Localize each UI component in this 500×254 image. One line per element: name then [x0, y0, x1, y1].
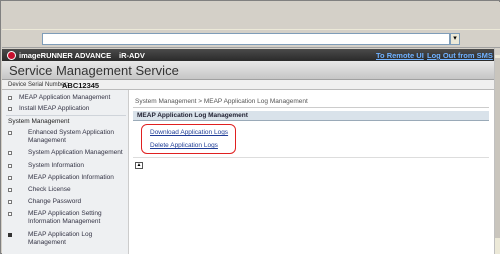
delete-application-logs-link[interactable]: Delete Application Logs — [150, 142, 218, 149]
sidebar-section-label: System Management — [8, 118, 70, 125]
highlight-box: Download Application Logs Delete Applica… — [141, 124, 236, 154]
browser-window: ▾ imageRUNNER ADVANCE iR-ADV To Remote U… — [0, 0, 500, 254]
sidebar: MEAP Application Management Install MEAP… — [2, 90, 129, 254]
panel-title: MEAP Application Log Management — [137, 112, 248, 119]
sidebar-item-label[interactable]: MEAP Application Information — [28, 174, 126, 182]
brand-name: imageRUNNER ADVANCE — [19, 51, 112, 60]
sidebar-item-label[interactable]: MEAP Application Management — [19, 94, 127, 102]
bullet-icon — [8, 188, 12, 192]
panel-header: MEAP Application Log Management — [133, 111, 489, 121]
model-name: iR-ADV — [119, 51, 145, 60]
download-application-logs-link[interactable]: Download Application Logs — [150, 129, 228, 136]
scroll-thumb[interactable] — [495, 58, 500, 238]
sidebar-item-label[interactable]: Change Password — [28, 198, 126, 206]
bullet-icon — [8, 96, 12, 100]
sidebar-item-label[interactable]: Check License — [28, 186, 126, 194]
bullet-icon — [8, 131, 12, 135]
canon-logo-icon — [7, 51, 16, 60]
bullet-icon — [8, 151, 12, 155]
sidebar-item-label[interactable]: MEAP Application Setting Information Man… — [28, 210, 126, 226]
sidebar-item-label[interactable]: Enhanced System Application Management — [28, 129, 126, 145]
page-title: Service Management Service — [9, 63, 179, 78]
main-content: System Management > MEAP Application Log… — [129, 90, 494, 254]
bullet-icon — [8, 164, 12, 168]
scroll-up-button[interactable] — [495, 48, 500, 55]
app-top-bar: imageRUNNER ADVANCE iR-ADV To Remote UI … — [2, 49, 494, 61]
sidebar-item-label[interactable]: Install MEAP Application — [19, 105, 127, 113]
sidebar-item-label[interactable]: System Information — [28, 162, 126, 170]
to-remote-ui-link[interactable]: To Remote UI — [376, 51, 424, 60]
bullet-icon — [8, 212, 12, 216]
address-dropdown-icon[interactable]: ▾ — [450, 33, 460, 45]
sidebar-item-label[interactable]: MEAP Application Log Management — [28, 231, 126, 247]
serial-value: ABC12345 — [62, 81, 100, 90]
serial-label: Device Serial Number: — [8, 82, 69, 88]
content-divider — [133, 157, 489, 158]
serial-bar: Device Serial Number: ABC12345 — [2, 80, 494, 90]
address-input[interactable] — [42, 33, 450, 45]
breadcrumb: System Management > MEAP Application Log… — [135, 98, 308, 105]
bullet-icon — [8, 200, 12, 204]
vertical-scrollbar[interactable] — [494, 48, 500, 254]
browser-toolbar — [2, 2, 500, 30]
logout-link[interactable]: Log Out from SMS — [427, 51, 493, 60]
breadcrumb-divider — [133, 107, 489, 108]
sidebar-divider — [6, 115, 126, 116]
page-title-bar: Service Management Service — [2, 61, 494, 80]
bullet-icon — [8, 233, 12, 237]
bullet-icon — [8, 176, 12, 180]
address-row: ▾ — [2, 30, 500, 48]
back-to-top-icon[interactable]: ▲ — [135, 162, 143, 169]
sidebar-item-label[interactable]: System Application Management — [28, 149, 126, 157]
bullet-icon — [8, 107, 12, 111]
